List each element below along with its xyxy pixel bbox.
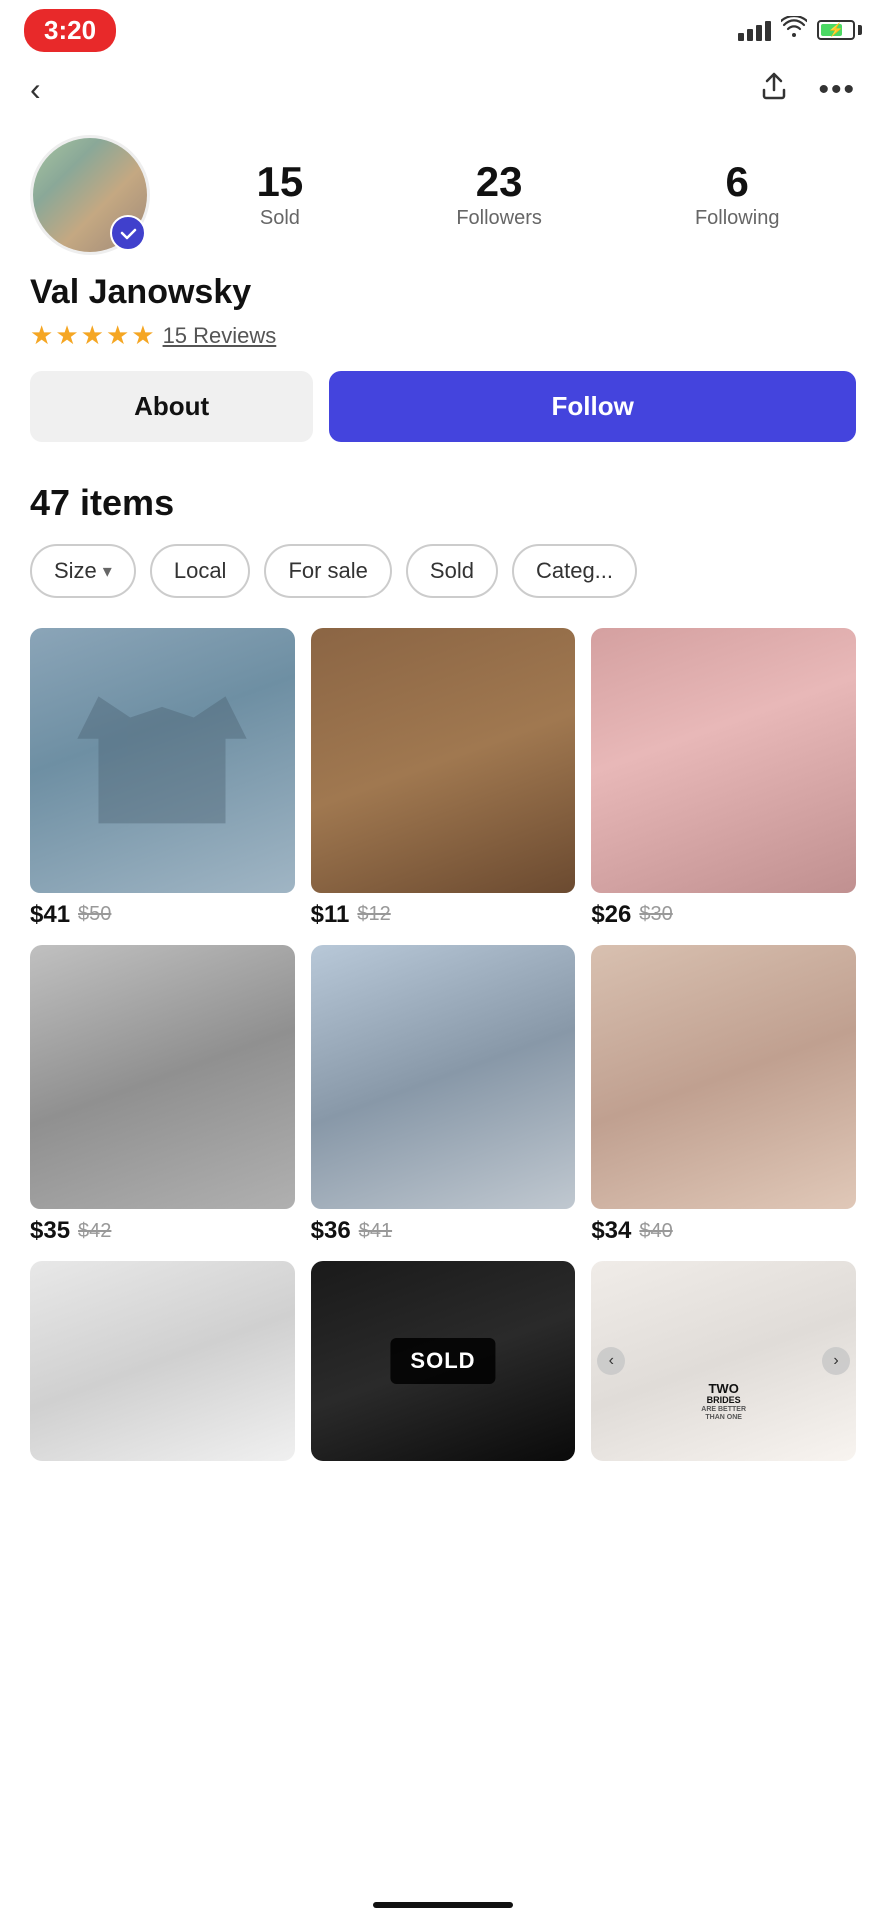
current-price-5: $36 bbox=[311, 1217, 351, 1245]
product-card-3[interactable]: $26 $30 bbox=[591, 628, 856, 929]
carousel-next-icon[interactable]: › bbox=[822, 1347, 850, 1375]
battery-icon: ⚡ bbox=[817, 20, 862, 40]
chevron-down-icon: ▾ bbox=[103, 561, 112, 582]
tshirt-text-line3: ARE BETTER bbox=[605, 1406, 843, 1414]
product-price-1: $41 $50 bbox=[30, 901, 295, 929]
star-5-icon: ★ bbox=[131, 320, 154, 351]
profile-name: Val Janowsky bbox=[30, 273, 856, 312]
original-price-3: $30 bbox=[639, 903, 672, 926]
filter-category[interactable]: Categ... bbox=[512, 544, 637, 598]
home-indicator bbox=[373, 1902, 513, 1908]
product-price-4: $35 $42 bbox=[30, 1217, 295, 1245]
for-sale-label: For sale bbox=[288, 558, 367, 584]
current-price-3: $26 bbox=[591, 901, 631, 929]
product-card-4[interactable]: $35 $42 bbox=[30, 945, 295, 1246]
verified-badge-icon bbox=[110, 215, 146, 251]
profile-section: 15 Sold 23 Followers 6 Following Val Jan… bbox=[0, 119, 886, 452]
product-grid-row-3: SOLD ‹ › TWO BRIDES ARE BETTER THAN ONE bbox=[30, 1261, 856, 1461]
star-4-icon: ★ bbox=[106, 320, 129, 351]
original-price-1: $50 bbox=[78, 903, 111, 926]
sold-count: 15 bbox=[257, 161, 304, 203]
more-button[interactable]: ••• bbox=[818, 73, 856, 107]
star-1-icon: ★ bbox=[30, 320, 53, 351]
filter-chips: Size ▾ Local For sale Sold Categ... bbox=[30, 544, 856, 608]
tshirt-text-line2: BRIDES bbox=[605, 1396, 843, 1406]
items-section: 47 items Size ▾ Local For sale Sold Cate… bbox=[0, 452, 886, 1461]
reviews-link[interactable]: 15 Reviews bbox=[163, 323, 277, 349]
current-price-1: $41 bbox=[30, 901, 70, 929]
filter-sold[interactable]: Sold bbox=[406, 544, 498, 598]
filter-size[interactable]: Size ▾ bbox=[30, 544, 136, 598]
product-card-8[interactable]: SOLD bbox=[311, 1261, 576, 1461]
stat-sold[interactable]: 15 Sold bbox=[257, 161, 304, 230]
product-image-6 bbox=[591, 945, 856, 1210]
product-image-3 bbox=[591, 628, 856, 893]
share-button[interactable] bbox=[758, 70, 790, 109]
local-label: Local bbox=[174, 558, 227, 584]
sold-overlay-badge: SOLD bbox=[390, 1338, 495, 1384]
stat-followers[interactable]: 23 Followers bbox=[456, 161, 542, 230]
nav-actions: ••• bbox=[758, 70, 856, 109]
product-card-2[interactable]: $11 $12 bbox=[311, 628, 576, 929]
star-2-icon: ★ bbox=[55, 320, 78, 351]
wifi-icon bbox=[781, 16, 807, 44]
product-price-3: $26 $30 bbox=[591, 901, 856, 929]
product-image-1 bbox=[30, 628, 295, 893]
back-button[interactable]: ‹ bbox=[30, 71, 41, 108]
profile-top: 15 Sold 23 Followers 6 Following bbox=[30, 135, 856, 255]
product-card-5[interactable]: $36 $41 bbox=[311, 945, 576, 1246]
tshirt-text-line1: TWO bbox=[605, 1382, 843, 1396]
followers-count: 23 bbox=[476, 161, 523, 203]
profile-stars: ★ ★ ★ ★ ★ 15 Reviews bbox=[30, 320, 856, 351]
star-3-icon: ★ bbox=[81, 320, 104, 351]
product-image-8: SOLD bbox=[311, 1261, 576, 1461]
about-button[interactable]: About bbox=[30, 371, 313, 442]
following-label: Following bbox=[695, 207, 779, 230]
carousel-prev-icon[interactable]: ‹ bbox=[597, 1347, 625, 1375]
status-bar: 3:20 ⚡ bbox=[0, 0, 886, 60]
product-price-2: $11 $12 bbox=[311, 901, 576, 929]
original-price-4: $42 bbox=[78, 1220, 111, 1243]
product-image-5 bbox=[311, 945, 576, 1210]
product-card-6[interactable]: $34 $40 bbox=[591, 945, 856, 1246]
original-price-6: $40 bbox=[639, 1220, 672, 1243]
current-price-4: $35 bbox=[30, 1217, 70, 1245]
profile-buttons: About Follow bbox=[30, 371, 856, 442]
product-image-4 bbox=[30, 945, 295, 1210]
stat-following[interactable]: 6 Following bbox=[695, 161, 779, 230]
sold-label: Sold bbox=[430, 558, 474, 584]
filter-for-sale[interactable]: For sale bbox=[264, 544, 391, 598]
product-card-1[interactable]: $41 $50 bbox=[30, 628, 295, 929]
product-image-7 bbox=[30, 1261, 295, 1461]
current-price-6: $34 bbox=[591, 1217, 631, 1245]
category-label: Categ... bbox=[536, 558, 613, 584]
following-count: 6 bbox=[726, 161, 749, 203]
current-price-2: $11 bbox=[311, 901, 350, 929]
product-price-5: $36 $41 bbox=[311, 1217, 576, 1245]
header-nav: ‹ ••• bbox=[0, 60, 886, 119]
follow-button[interactable]: Follow bbox=[329, 371, 856, 442]
product-price-6: $34 $40 bbox=[591, 1217, 856, 1245]
status-time: 3:20 bbox=[24, 9, 116, 52]
avatar bbox=[30, 135, 150, 255]
tshirt-text-line4: THAN ONE bbox=[605, 1414, 843, 1422]
star-rating: ★ ★ ★ ★ ★ bbox=[30, 320, 155, 351]
product-card-7[interactable] bbox=[30, 1261, 295, 1461]
product-image-2 bbox=[311, 628, 576, 893]
status-icons: ⚡ bbox=[738, 16, 862, 44]
sold-label: Sold bbox=[260, 207, 300, 230]
original-price-2: $12 bbox=[357, 903, 390, 926]
followers-label: Followers bbox=[456, 207, 542, 230]
product-grid-row-2: $35 $42 $36 $41 $34 $40 bbox=[30, 945, 856, 1246]
signal-bars-icon bbox=[738, 19, 771, 41]
product-grid-row-1: $41 $50 $11 $12 $26 $30 bbox=[30, 628, 856, 929]
product-image-9: ‹ › TWO BRIDES ARE BETTER THAN ONE bbox=[591, 1261, 856, 1461]
size-label: Size bbox=[54, 558, 97, 584]
items-count: 47 items bbox=[30, 482, 856, 524]
product-card-9[interactable]: ‹ › TWO BRIDES ARE BETTER THAN ONE bbox=[591, 1261, 856, 1461]
filter-local[interactable]: Local bbox=[150, 544, 251, 598]
original-price-5: $41 bbox=[359, 1220, 392, 1243]
profile-stats: 15 Sold 23 Followers 6 Following bbox=[180, 161, 856, 230]
